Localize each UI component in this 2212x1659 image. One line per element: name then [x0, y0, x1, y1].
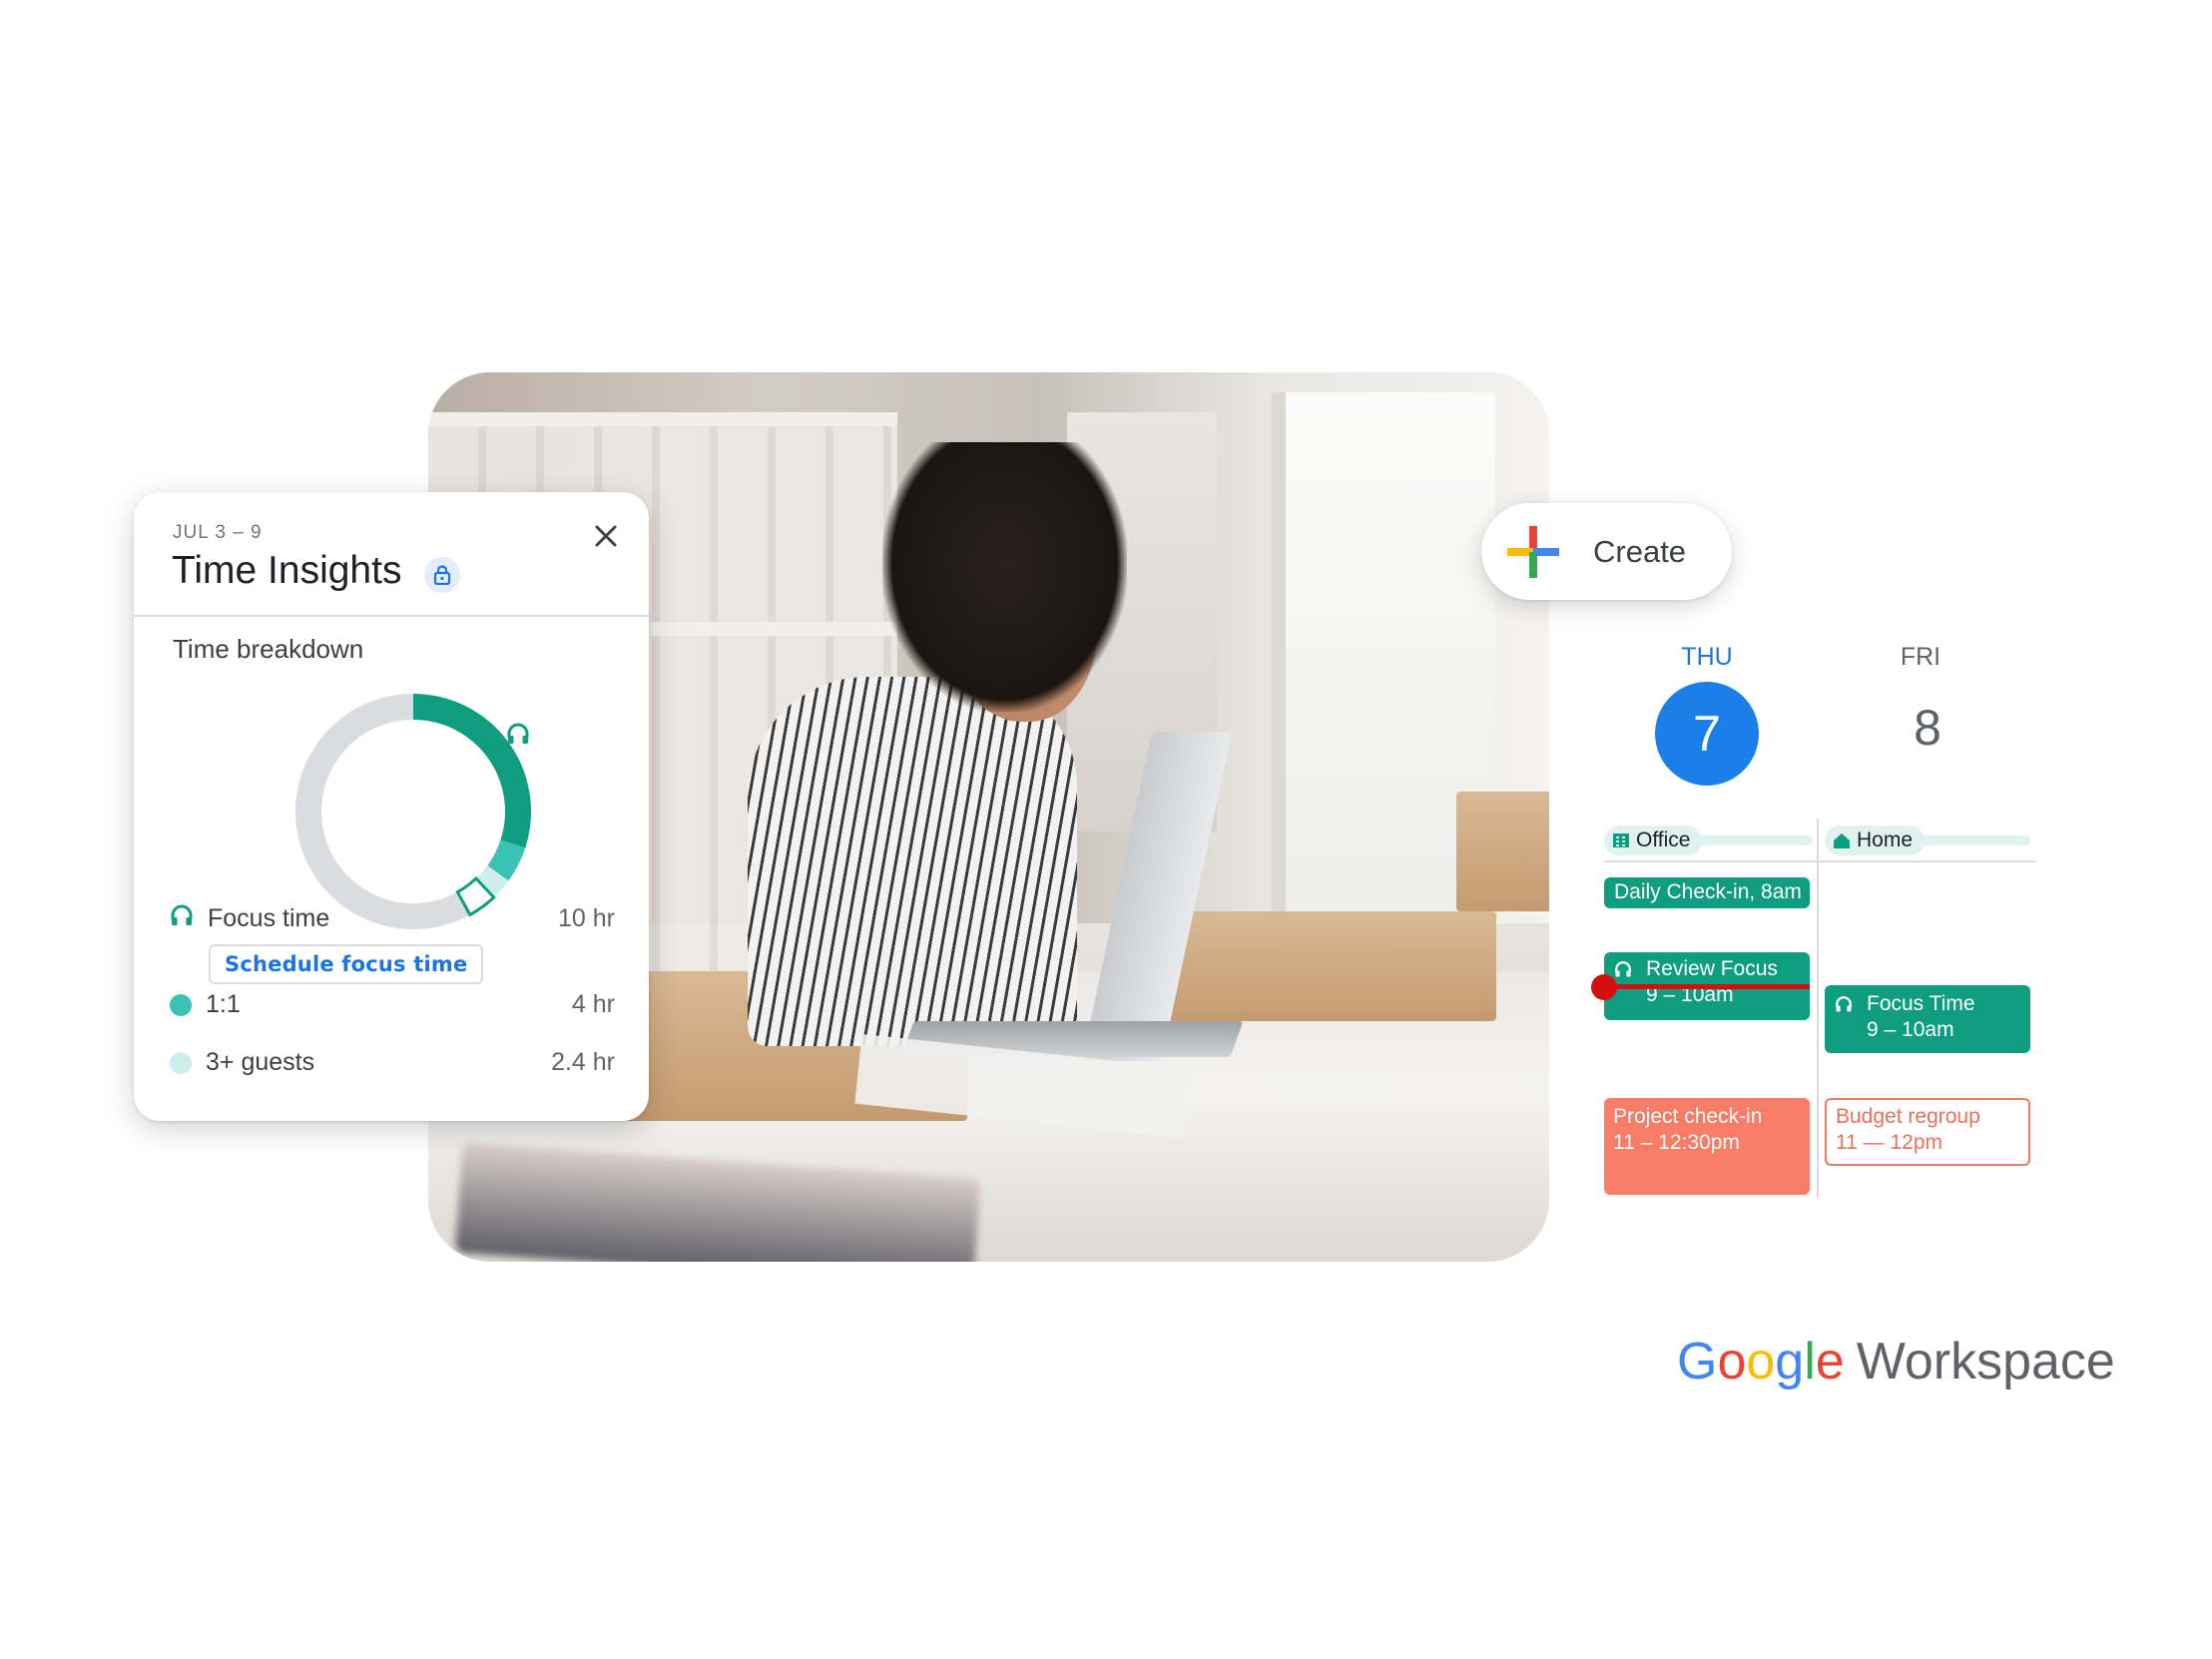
lock-icon [424, 557, 460, 593]
row-label: Focus time [208, 904, 330, 932]
headphones-icon [1615, 961, 1631, 977]
schedule-focus-time-button[interactable]: Schedule focus time [209, 944, 484, 984]
event-title: Budget regroup [1836, 1105, 1980, 1128]
row-label: 1:1 [206, 990, 241, 1018]
photo-person-hair [882, 442, 1127, 712]
logo-letter: l [1804, 1333, 1816, 1390]
card-divider [134, 615, 649, 617]
day-number-today[interactable]: 7 [1655, 682, 1759, 786]
event-budget-regroup[interactable]: Budget regroup 11 — 12pm [1825, 1098, 2030, 1166]
create-button[interactable]: Create [1481, 503, 1732, 600]
home-icon [1834, 832, 1850, 848]
close-button[interactable] [589, 519, 623, 553]
calendar-header-divider [1604, 860, 2035, 862]
close-icon [595, 525, 617, 547]
time-insights-card: JUL 3 – 9 Time Insights Time breakdown F… [134, 492, 649, 1121]
donut-segment-focus-time [413, 694, 531, 848]
row-value: 4 hr [571, 990, 615, 1018]
logo-letter: o [1746, 1333, 1776, 1390]
create-label: Create [1593, 533, 1687, 569]
logo-letter: g [1775, 1333, 1805, 1390]
event-daily-check-in[interactable]: Daily Check-in, 8am [1604, 877, 1810, 908]
headphones-icon [1836, 996, 1852, 1012]
event-title: Daily Check-in, 8am [1614, 880, 1802, 903]
row-value: 10 hr [558, 904, 615, 932]
donut-segment-remaining [295, 694, 470, 929]
event-time: 9 – 10am [1867, 1018, 1954, 1041]
photo-person-shirt [748, 677, 1077, 1046]
office-building-icon [1613, 833, 1629, 847]
headphones-icon [506, 722, 530, 751]
current-time-dot [1591, 974, 1617, 1000]
day-name-fri: FRI [1900, 643, 1941, 671]
event-time: 11 — 12pm [1836, 1131, 1942, 1154]
card-title: Time Insights [172, 549, 402, 592]
google-wordmark: Google [1677, 1332, 1845, 1391]
section-title: Time breakdown [173, 634, 364, 664]
guests-row: 3+ guests 2.4 hr [170, 1048, 615, 1077]
row-label: 3+ guests [206, 1048, 315, 1076]
calendar-day-divider [1817, 819, 1819, 1198]
logo-letter: G [1677, 1333, 1718, 1390]
plus-icon [1507, 525, 1559, 578]
photo-shelf-bar [428, 412, 897, 426]
event-project-check-in[interactable]: Project check-in 11 – 12:30pm [1604, 1098, 1810, 1195]
row-value: 2.4 hr [551, 1048, 615, 1076]
event-time: 11 – 12:30pm [1613, 1131, 1740, 1154]
location-chip-home[interactable]: Home [1825, 826, 1926, 855]
day-name-thu: THU [1681, 643, 1733, 671]
logo-letter: o [1717, 1333, 1747, 1390]
date-range: JUL 3 – 9 [173, 522, 263, 543]
location-chip-office[interactable]: Office [1604, 826, 1703, 855]
event-focus-time[interactable]: Focus Time 9 – 10am [1825, 985, 2030, 1053]
legend-dot-icon [170, 1051, 192, 1074]
legend-dot-icon [170, 993, 192, 1016]
event-title: Focus Time [1867, 992, 1975, 1015]
logo-letter: e [1815, 1333, 1845, 1390]
location-label: Office [1636, 829, 1691, 851]
event-title: Project check-in [1613, 1105, 1763, 1128]
photo-box [1167, 911, 1496, 1021]
current-time-line [1604, 984, 1810, 989]
location-label: Home [1857, 829, 1914, 851]
event-title: Review Focus [1646, 957, 1778, 980]
one-on-one-row: 1:1 4 hr [170, 990, 615, 1019]
workspace-wordmark: Workspace [1856, 1333, 2115, 1390]
focus-time-row: Focus time 10 hr [170, 903, 615, 934]
headphones-icon [170, 903, 194, 934]
google-workspace-logo: Google Workspace [1677, 1332, 2115, 1391]
time-breakdown-donut [295, 694, 531, 929]
day-number[interactable]: 8 [1893, 699, 1962, 757]
photo-box [1456, 792, 1549, 911]
